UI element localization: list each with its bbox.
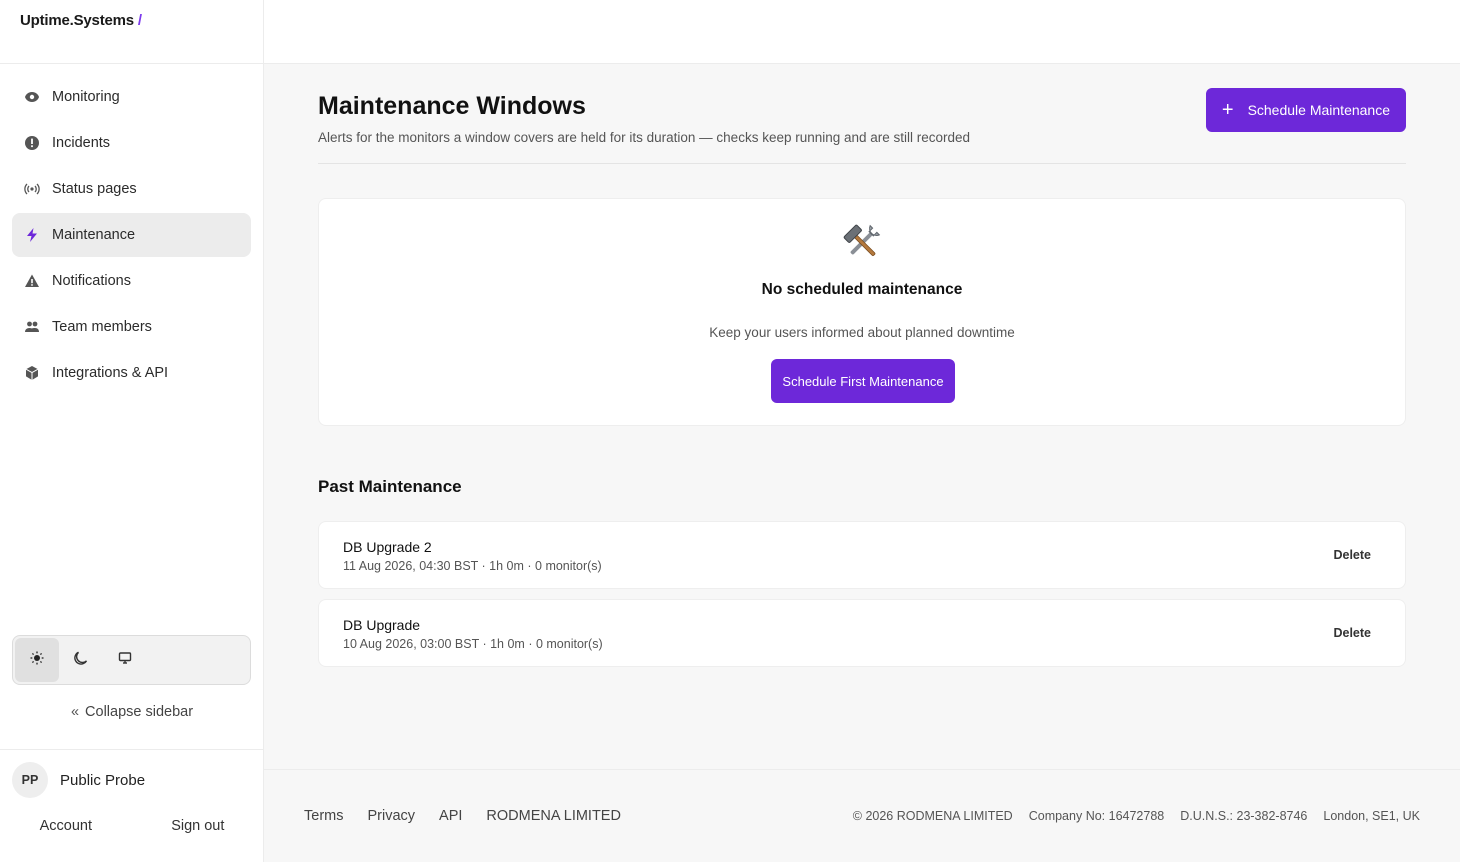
empty-state-subtitle: Keep your users informed about planned d…: [709, 325, 1015, 340]
theme-system-button[interactable]: [103, 638, 147, 682]
sidebar-item-monitoring[interactable]: Monitoring: [12, 75, 251, 119]
monitor-icon: [118, 651, 132, 670]
brand-slash: /: [137, 12, 142, 29]
sidebar-item-label: Incidents: [52, 135, 111, 151]
footer-legal: © 2026 RODMENA LIMITED Company No: 16472…: [837, 809, 1420, 823]
list-item: DB Upgrade 10 Aug 2026, 03:00 BST · 1h 0…: [318, 599, 1406, 667]
schedule-maintenance-button[interactable]: + Schedule Maintenance: [1205, 88, 1406, 132]
alert-circle-icon: [24, 135, 40, 151]
list-item: DB Upgrade 2 11 Aug 2026, 04:30 BST · 1h…: [318, 521, 1406, 589]
empty-state-card: No scheduled maintenance Keep your users…: [318, 198, 1406, 426]
sun-icon: [30, 651, 44, 670]
eye-icon: [24, 89, 40, 105]
user-area: PP Public Probe Account Sign out: [0, 749, 264, 862]
sidebar-item-incidents[interactable]: Incidents: [12, 121, 251, 165]
sidebar-item-notifications[interactable]: Notifications: [12, 259, 251, 303]
page-header: Maintenance Windows Alerts for the monit…: [318, 64, 1406, 164]
maintenance-meta: 11 Aug 2026, 04:30 BST · 1h 0m · 0 monit…: [343, 559, 602, 573]
schedule-maintenance-label: Schedule Maintenance: [1247, 102, 1390, 118]
maintenance-name: DB Upgrade 2: [343, 539, 432, 555]
maintenance-meta: 10 Aug 2026, 03:00 BST · 1h 0m · 0 monit…: [343, 637, 603, 651]
footer-company-number: Company No: 16472788: [1028, 809, 1165, 823]
footer-link-privacy[interactable]: Privacy: [367, 808, 415, 824]
past-maintenance-list: DB Upgrade 2 11 Aug 2026, 04:30 BST · 1h…: [318, 521, 1406, 677]
main-content: Maintenance Windows Alerts for the monit…: [318, 64, 1406, 667]
sidebar-item-maintenance[interactable]: Maintenance: [12, 213, 251, 257]
broadcast-icon: [24, 181, 40, 197]
schedule-first-maintenance-button[interactable]: Schedule First Maintenance: [771, 359, 955, 403]
footer-links: Terms Privacy API RODMENA LIMITED: [304, 808, 645, 824]
collapse-sidebar-button[interactable]: « Collapse sidebar: [0, 704, 264, 720]
footer: Terms Privacy API RODMENA LIMITED © 2026…: [264, 769, 1460, 862]
footer-link-api[interactable]: API: [439, 808, 462, 824]
sidebar-item-label: Team members: [52, 319, 152, 335]
footer-copyright: © 2026 RODMENA LIMITED: [852, 809, 1013, 823]
past-maintenance-title: Past Maintenance: [318, 477, 462, 496]
empty-state-title: No scheduled maintenance: [761, 281, 963, 298]
delete-button[interactable]: Delete: [1333, 626, 1371, 640]
delete-button[interactable]: Delete: [1333, 548, 1371, 562]
footer-link-company[interactable]: RODMENA LIMITED: [486, 808, 621, 824]
user-links: Account Sign out: [0, 818, 264, 834]
chevrons-left-icon: «: [70, 704, 80, 720]
sign-out-link[interactable]: Sign out: [171, 818, 224, 834]
sidebar-nav: Monitoring Incidents Status pages Mainte…: [0, 64, 263, 395]
sidebar-item-label: Status pages: [52, 181, 137, 197]
warning-triangle-icon: [24, 273, 40, 289]
sidebar-item-label: Maintenance: [52, 227, 136, 243]
plus-icon: +: [1221, 99, 1234, 121]
footer-address: London, SE1, UK: [1323, 809, 1420, 823]
page-title: Maintenance Windows: [318, 92, 586, 120]
moon-icon: [74, 651, 88, 670]
hammer-wrench-icon: [319, 221, 1405, 265]
theme-dark-button[interactable]: [59, 638, 103, 682]
collapse-sidebar-label: Collapse sidebar: [85, 704, 194, 720]
theme-light-button[interactable]: [15, 638, 59, 682]
lightning-icon: [24, 227, 40, 243]
user-row: PP Public Probe: [0, 750, 264, 798]
account-link[interactable]: Account: [40, 818, 92, 834]
sidebar: Uptime.Systems / Monitoring Incidents Sta…: [0, 0, 264, 862]
cube-icon: [24, 365, 40, 381]
sidebar-item-integrations[interactable]: Integrations & API: [12, 351, 251, 395]
sidebar-item-label: Monitoring: [52, 89, 120, 105]
footer-link-terms[interactable]: Terms: [304, 808, 343, 824]
sidebar-item-label: Notifications: [52, 273, 131, 289]
sidebar-item-status-pages[interactable]: Status pages: [12, 167, 251, 211]
avatar[interactable]: PP: [12, 762, 48, 798]
footer-duns: D.U.N.S.: 23-382-8746: [1180, 809, 1308, 823]
brand-name: Uptime.Systems: [20, 12, 134, 29]
user-name: Public Probe: [60, 771, 146, 789]
theme-switcher: [12, 635, 251, 685]
sidebar-item-team-members[interactable]: Team members: [12, 305, 251, 349]
top-bar: [264, 0, 1460, 64]
brand-logo[interactable]: Uptime.Systems /: [0, 0, 263, 64]
page-subtitle: Alerts for the monitors a window covers …: [318, 130, 971, 145]
maintenance-name: DB Upgrade: [343, 617, 421, 633]
sidebar-item-label: Integrations & API: [52, 365, 169, 381]
users-icon: [24, 319, 40, 335]
